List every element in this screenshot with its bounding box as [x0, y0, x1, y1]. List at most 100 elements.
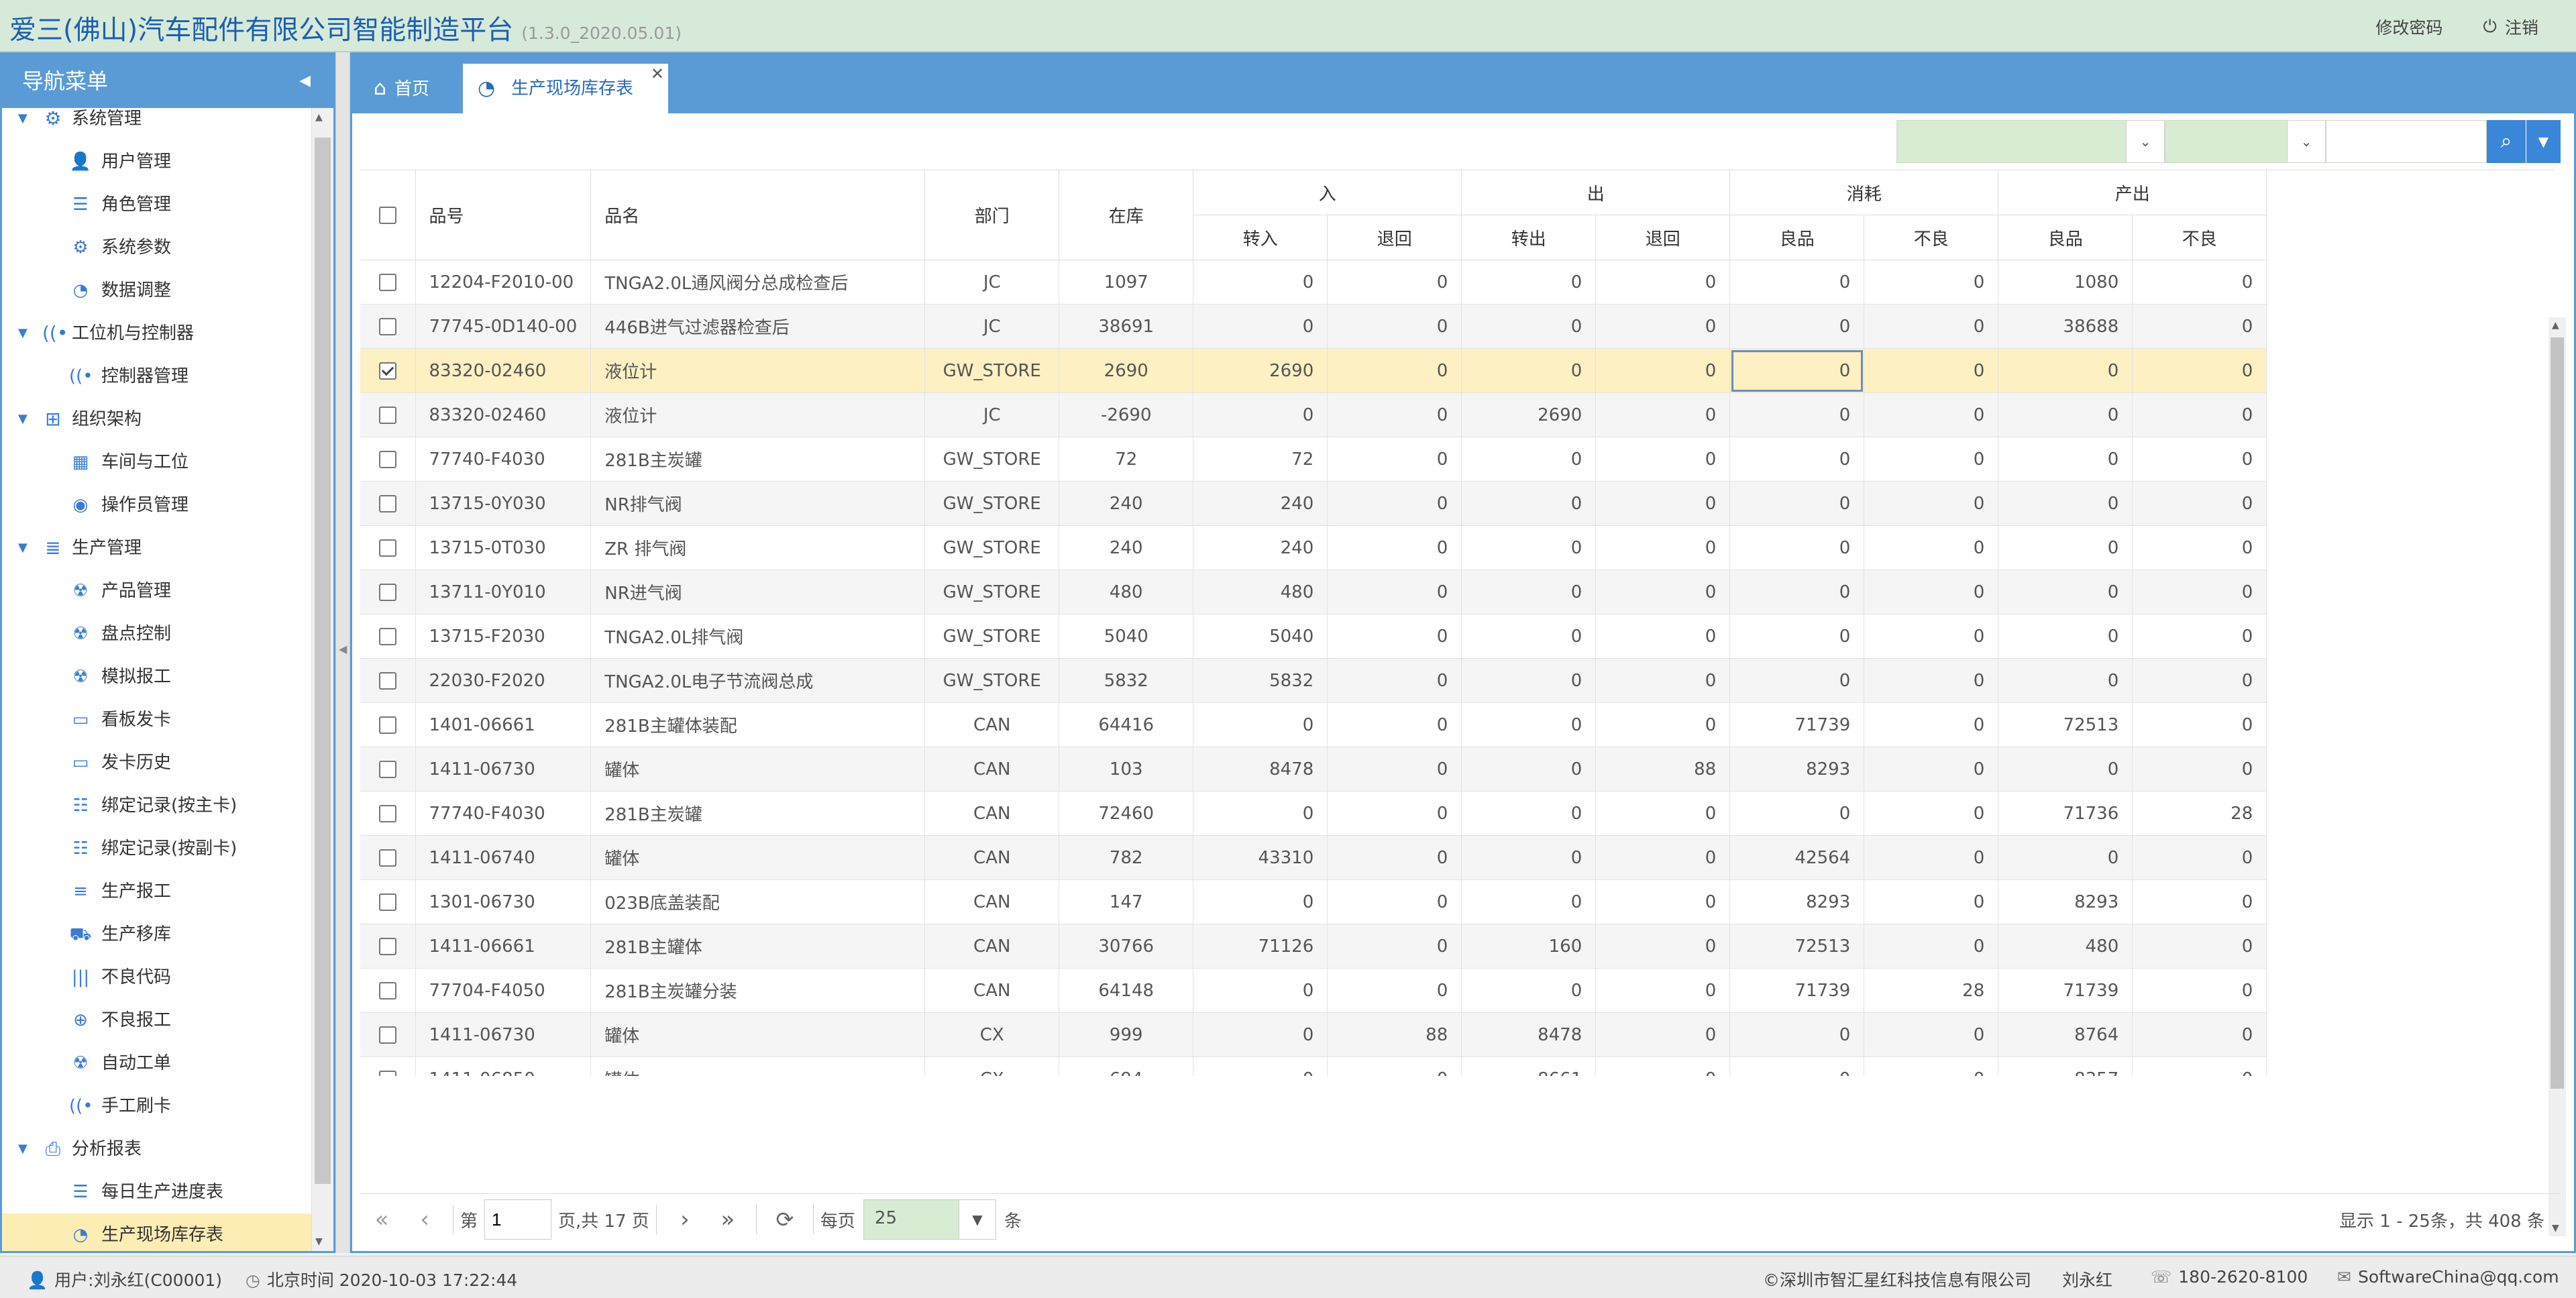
page-number-input[interactable]	[484, 1199, 552, 1240]
table-row[interactable]: 1401-06661 281B主罐体装配 CAN 64416 0 0 0 0 71739 0 725…	[360, 702, 2267, 747]
table-row[interactable]: 77745-0D140-00 446B进气过滤器检查后 JC 38691 0 0 0 0 0 0 3…	[360, 304, 2267, 349]
row-select-cell[interactable]	[360, 614, 416, 659]
table-row[interactable]: 83320-02460 液位计 JC -2690 0 0 2690 0 0 0 0 0	[360, 392, 2267, 437]
row-checkbox[interactable]	[378, 407, 396, 424]
nav-item[interactable]: ◔ 数据调整	[2, 269, 312, 312]
col-return-out[interactable]: 退回	[1595, 215, 1731, 260]
row-select-cell[interactable]	[360, 260, 416, 305]
scroll-up-icon[interactable]: ▲	[315, 112, 323, 123]
col-stock[interactable]: 在库	[1059, 170, 1194, 260]
filter-select-2[interactable]: ⌄	[2165, 120, 2326, 163]
nav-item[interactable]: ☢ 盘点控制	[2, 612, 312, 655]
col-dept[interactable]: 部门	[924, 170, 1060, 260]
prev-page-button[interactable]: ‹	[403, 1206, 446, 1233]
nav-item[interactable]: ☰ 角色管理	[2, 183, 312, 226]
nav-item[interactable]: ⊕ 不良报工	[2, 999, 312, 1042]
table-row[interactable]: 13715-0Y030 NR排气阀 GW_STORE 240 240 0 0 0 0 0 0 0	[360, 481, 2267, 526]
row-select-cell[interactable]	[360, 570, 416, 614]
row-select-cell[interactable]	[360, 1012, 416, 1057]
row-checkbox[interactable]	[378, 672, 396, 690]
table-row[interactable]: 1301-06730 023B底盖装配 CAN 147 0 0 0 0 8293 0 8293 0	[360, 879, 2267, 924]
row-checkbox[interactable]	[378, 318, 396, 335]
nav-group[interactable]: ▼ ⎙ 分析报表	[2, 1128, 312, 1171]
table-row[interactable]: 22030-F2020 TNGA2.0L电子节流阀总成 GW_STORE 5832 58…	[360, 658, 2267, 703]
row-checkbox[interactable]	[378, 761, 396, 778]
nav-item[interactable]: ◔ 生产现场库存表	[2, 1213, 312, 1251]
row-checkbox[interactable]	[378, 1026, 396, 1044]
nav-group[interactable]: ▼ ⊞ 组织架构	[2, 398, 312, 441]
table-row[interactable]: 1411-06740 罐体 CAN 782 43310 0 0 0 42564 0 0 0	[360, 835, 2267, 880]
nav-item[interactable]: 👤 用户管理	[2, 140, 312, 183]
table-row[interactable]: 1411-06850罐体CX69400866100083570	[360, 1057, 2267, 1076]
row-select-cell[interactable]	[360, 1057, 416, 1076]
nav-item[interactable]: ||| 不良代码	[2, 956, 312, 999]
row-checkbox[interactable]	[378, 938, 396, 955]
table-row[interactable]: 77740-F4030 281B主炭罐 GW_STORE 72 72 0 0 0 0 0 0 0	[360, 437, 2267, 482]
nav-item[interactable]: ⛟ 生产移库	[2, 913, 312, 956]
row-select-cell[interactable]	[360, 304, 416, 349]
collapse-left-icon[interactable]: ◀	[299, 54, 311, 108]
table-row[interactable]: 77704-F4050 281B主炭罐分装 CAN 64148 0 0 0 0 71739 28 7…	[360, 968, 2267, 1013]
col-produce-bad[interactable]: 不良	[2132, 215, 2267, 260]
nav-group[interactable]: ▼ ≣ 生产管理	[2, 527, 312, 570]
row-select-cell[interactable]	[360, 968, 416, 1013]
table-row[interactable]: 13711-0Y010 NR进气阀 GW_STORE 480 480 0 0 0 0 0 0 0	[360, 570, 2267, 614]
table-row[interactable]: 1411-06661 281B主罐体 CAN 30766 71126 0 160 0 72513…	[360, 924, 2267, 969]
nav-item[interactable]: ◉ 操作员管理	[2, 484, 312, 527]
col-transfer-out[interactable]: 转出	[1461, 215, 1597, 260]
row-select-cell[interactable]	[360, 879, 416, 924]
nav-item[interactable]: ☢ 模拟报工	[2, 655, 312, 698]
chevron-down-icon[interactable]: ⌄	[2287, 121, 2325, 162]
row-checkbox[interactable]	[378, 539, 396, 557]
row-select-cell[interactable]	[360, 437, 416, 482]
table-row[interactable]: 83320-02460 液位计 GW_STORE 2690 2690 0 0 0 0 0 0 0	[360, 348, 2267, 393]
row-checkbox[interactable]	[378, 584, 396, 601]
row-select-cell[interactable]	[360, 392, 416, 437]
col-part-name[interactable]: 品名	[590, 170, 926, 260]
search-options-button[interactable]: ▼	[2526, 120, 2561, 163]
col-transfer-in[interactable]: 转入	[1193, 215, 1328, 260]
row-select-cell[interactable]	[360, 702, 416, 747]
nav-group[interactable]: ▼ ⚙ 系统管理	[2, 108, 312, 140]
row-checkbox[interactable]	[378, 982, 396, 999]
nav-item[interactable]: ≡ 生产报工	[2, 870, 312, 913]
search-input[interactable]	[2326, 120, 2487, 163]
first-page-button[interactable]: «	[360, 1206, 403, 1233]
row-checkbox[interactable]	[378, 805, 396, 822]
refresh-button[interactable]: ⟳	[763, 1207, 806, 1232]
row-select-cell[interactable]	[360, 791, 416, 836]
row-checkbox[interactable]	[378, 451, 396, 468]
chevron-down-icon[interactable]: ▼	[958, 1200, 996, 1239]
nav-item[interactable]: ☰ 每日生产进度表	[2, 1171, 312, 1213]
table-row[interactable]: 77740-F4030 281B主炭罐 CAN 72460 0 0 0 0 0 0 71736 28	[360, 791, 2267, 836]
grid-scroll-thumb[interactable]	[2551, 337, 2564, 1089]
tab-inventory-report[interactable]: ◔ 生产现场库存表 ✕	[463, 64, 668, 113]
row-checkbox[interactable]	[378, 1071, 396, 1076]
row-select-cell[interactable]	[360, 835, 416, 880]
col-return-in[interactable]: 退回	[1327, 215, 1462, 260]
last-page-button[interactable]: »	[706, 1206, 749, 1233]
select-all-header[interactable]	[360, 170, 416, 260]
search-button[interactable]: ⌕	[2487, 120, 2526, 163]
scroll-up-icon[interactable]: ▲	[2552, 320, 2559, 331]
row-select-cell[interactable]	[360, 525, 416, 570]
row-checkbox[interactable]	[378, 495, 396, 512]
next-page-button[interactable]: ›	[663, 1206, 706, 1233]
col-consume-good[interactable]: 良品	[1729, 215, 1865, 260]
col-produce-good[interactable]: 良品	[1998, 215, 2133, 260]
nav-item[interactable]: ☢ 产品管理	[2, 570, 312, 612]
grid-scrollbar[interactable]: ▲ ▼	[2548, 317, 2566, 1236]
logout-button[interactable]: ⏻ 注销	[2483, 15, 2538, 39]
row-checkbox[interactable]	[378, 849, 396, 867]
chevron-down-icon[interactable]: ⌄	[2126, 121, 2164, 162]
row-checkbox[interactable]	[378, 628, 396, 645]
row-select-cell[interactable]	[360, 658, 416, 703]
table-row[interactable]: 13715-0T030 ZR 排气阀 GW_STORE 240 240 0 0 0 0 0 0 0	[360, 525, 2267, 570]
change-password-link[interactable]: 修改密码	[2375, 15, 2443, 39]
row-select-cell[interactable]	[360, 481, 416, 526]
nav-item[interactable]: ⚙ 系统参数	[2, 226, 312, 269]
sidebar-scrollbar[interactable]: ▲ ▼	[311, 108, 333, 1251]
splitter-arrow-icon[interactable]: ◀	[339, 643, 347, 655]
nav-item[interactable]: ▦ 车间与工位	[2, 441, 312, 484]
scroll-down-icon[interactable]: ▼	[315, 1236, 323, 1247]
